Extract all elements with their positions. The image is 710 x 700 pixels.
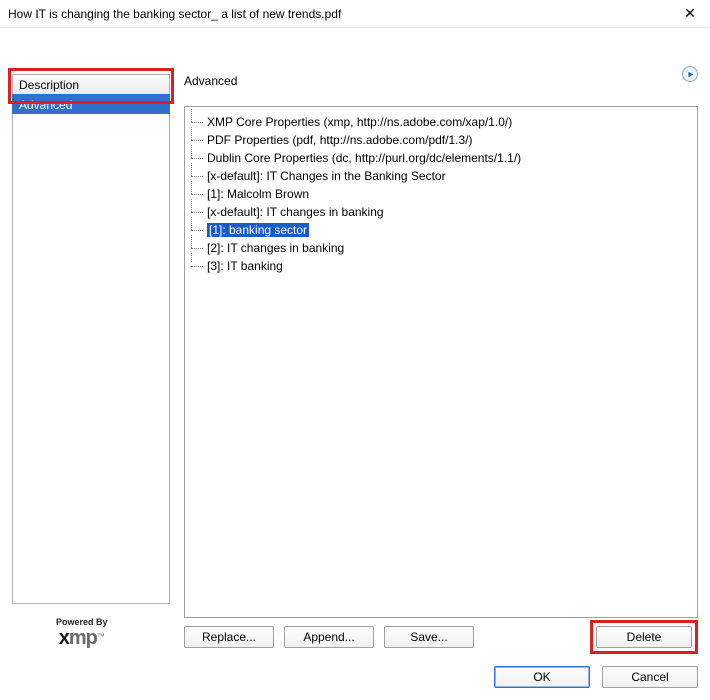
tree-item[interactable]: [2]: IT changes in banking	[191, 239, 693, 257]
dialog-button-row: OK Cancel	[494, 664, 698, 690]
replace-button[interactable]: Replace...	[184, 626, 274, 648]
highlight-delete-button: Delete	[590, 620, 698, 654]
play-icon[interactable]	[682, 66, 698, 82]
action-button-row: Replace... Append... Save... Delete	[184, 624, 698, 650]
titlebar: How IT is changing the banking sector_ a…	[0, 0, 710, 28]
sidebar: Description Advanced	[12, 74, 170, 604]
cancel-button[interactable]: Cancel	[602, 666, 698, 688]
tab-label: Description	[19, 78, 79, 92]
close-icon[interactable]: ✕	[678, 5, 702, 22]
append-button[interactable]: Append...	[284, 626, 374, 648]
tree-item[interactable]: Dublin Core Properties (dc, http://purl.…	[191, 149, 693, 167]
powered-by-xmp: Powered By xmp™	[56, 617, 108, 650]
save-button[interactable]: Save...	[384, 626, 474, 648]
tree-item[interactable]: XMP Core Properties (xmp, http://ns.adob…	[191, 113, 693, 131]
xmp-logo: xmp™	[56, 627, 108, 650]
panel-heading: Advanced	[184, 74, 237, 88]
sidebar-panel	[12, 114, 170, 604]
delete-button[interactable]: Delete	[596, 626, 692, 648]
tree-item[interactable]: [x-default]: IT changes in banking	[191, 203, 693, 221]
tab-advanced[interactable]: Advanced	[12, 94, 170, 114]
tree-item[interactable]: [x-default]: IT Changes in the Banking S…	[191, 167, 693, 185]
tree-item[interactable]: PDF Properties (pdf, http://ns.adobe.com…	[191, 131, 693, 149]
tree-item[interactable]: [1]: Malcolm Brown	[191, 185, 693, 203]
tree-item[interactable]: [3]: IT banking	[191, 257, 693, 275]
ok-button[interactable]: OK	[494, 666, 590, 688]
tab-description[interactable]: Description	[12, 74, 170, 94]
tree-item-selected[interactable]: [1]: banking sector	[191, 221, 693, 239]
powered-by-label: Powered By	[56, 617, 108, 627]
window-title: How IT is changing the banking sector_ a…	[8, 7, 678, 21]
tab-label: Advanced	[19, 98, 72, 112]
properties-tree[interactable]: XMP Core Properties (xmp, http://ns.adob…	[184, 106, 698, 618]
